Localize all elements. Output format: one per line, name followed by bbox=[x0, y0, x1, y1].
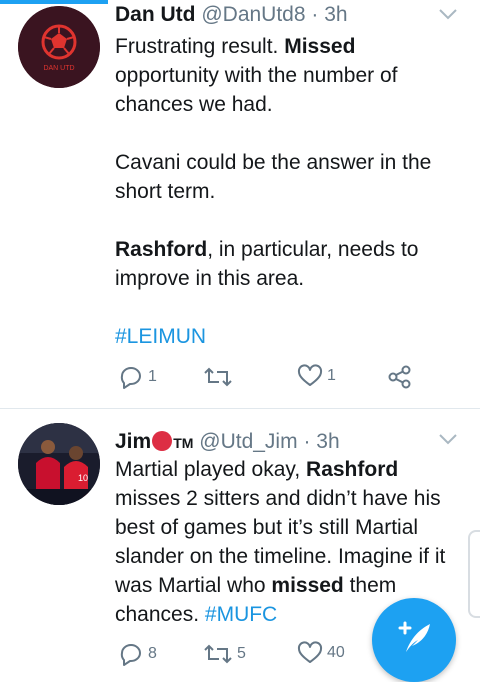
retweet-icon bbox=[204, 644, 232, 664]
avatar[interactable]: 10 bbox=[18, 423, 100, 505]
share-button[interactable] bbox=[387, 364, 413, 390]
avatar-logo-text: DAN UTD bbox=[43, 65, 74, 72]
display-name[interactable]: Jim bbox=[115, 430, 151, 453]
chevron-down-icon[interactable] bbox=[438, 433, 458, 445]
reply-button[interactable]: 1 bbox=[118, 364, 157, 390]
avatar[interactable]: DAN UTD bbox=[18, 6, 100, 88]
retweet-button[interactable]: 5 bbox=[203, 641, 246, 667]
player-celebration-photo: 10 bbox=[18, 423, 100, 505]
tweet-time: · 3h bbox=[303, 430, 340, 453]
side-panel-edge bbox=[468, 530, 480, 618]
retweet-icon bbox=[204, 367, 232, 387]
dan-utd-logo: DAN UTD bbox=[18, 6, 100, 88]
tweet-actions: 1 1 bbox=[115, 364, 460, 394]
user-handle[interactable]: @Utd_Jim bbox=[199, 430, 297, 453]
user-handle[interactable]: @DanUtd8 bbox=[201, 3, 305, 26]
name-badge: TM bbox=[173, 435, 194, 451]
reply-count: 1 bbox=[148, 368, 157, 385]
reply-icon bbox=[120, 644, 141, 666]
heart-icon bbox=[297, 364, 323, 386]
like-button[interactable]: 40 bbox=[297, 641, 345, 665]
retweet-button[interactable] bbox=[203, 364, 237, 390]
reply-button[interactable]: 8 bbox=[118, 641, 157, 667]
retweet-count: 5 bbox=[237, 645, 246, 662]
compose-tweet-button[interactable] bbox=[372, 598, 456, 682]
compose-tweet-icon bbox=[398, 621, 430, 652]
hashtag-link[interactable]: #LEIMUN bbox=[115, 325, 206, 348]
display-name[interactable]: Dan Utd bbox=[115, 3, 196, 26]
share-icon bbox=[388, 365, 411, 389]
reply-count: 8 bbox=[148, 645, 157, 662]
tweet-time: · 3h bbox=[311, 3, 348, 26]
tweet-header: Dan Utd @DanUtd8 · 3h bbox=[115, 3, 348, 27]
chevron-down-icon[interactable] bbox=[438, 8, 458, 20]
red-circle-emoji-icon bbox=[152, 431, 173, 451]
tweet-header: Jim TM @Utd_Jim · 3h bbox=[115, 430, 340, 455]
like-button[interactable]: 1 bbox=[297, 364, 336, 388]
heart-icon bbox=[297, 641, 323, 663]
reply-icon bbox=[120, 367, 141, 389]
jersey-number: 10 bbox=[78, 473, 88, 483]
hashtag-link[interactable]: #MUFC bbox=[205, 603, 277, 626]
like-count: 1 bbox=[327, 367, 336, 384]
tweet-card[interactable]: DAN UTD Dan Utd @DanUtd8 · 3h Frustratin… bbox=[0, 0, 480, 409]
tweet-text: Frustrating result. Missed opportunity w… bbox=[115, 35, 432, 348]
like-count: 40 bbox=[327, 644, 345, 661]
